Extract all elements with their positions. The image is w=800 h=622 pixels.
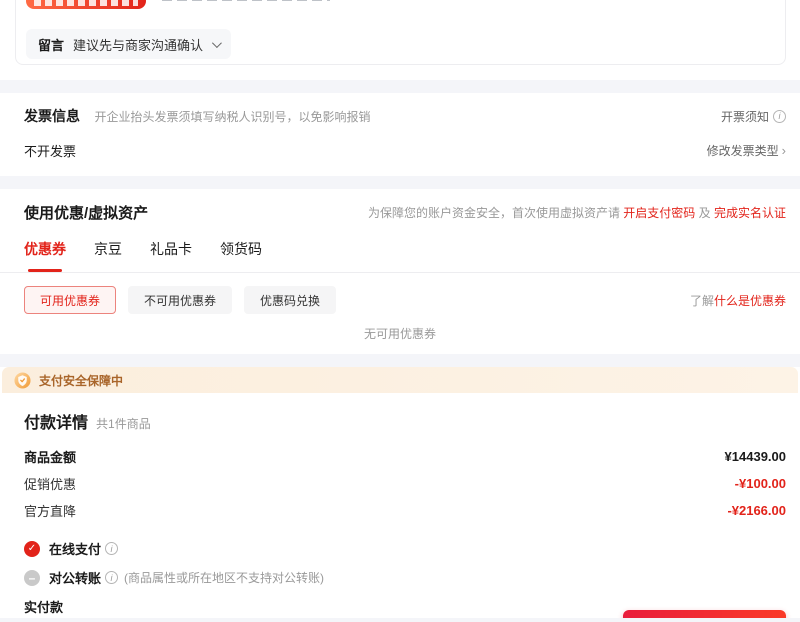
- tab-coupon[interactable]: 优惠券: [24, 232, 66, 272]
- info-icon: i: [105, 542, 119, 555]
- promo-badge-clipped-text: [34, 0, 138, 6]
- filter-available-coupons[interactable]: 可用优惠券: [24, 286, 117, 314]
- message-value: 建议先与商家沟通确认: [73, 37, 204, 53]
- tab-pickup-code[interactable]: 领货码: [220, 232, 262, 272]
- payment-method-transfer: – 对公转账 i (商品属性或所在地区不支持对公转账): [24, 568, 786, 587]
- section-divider: [0, 176, 800, 189]
- payment-heading: 付款详情 共1件商品: [24, 409, 786, 433]
- payment-title: 付款详情: [24, 415, 89, 432]
- info-icon: i: [105, 571, 119, 584]
- order-message-card: 留言 建议先与商家沟通确认: [15, 0, 786, 65]
- section-divider: [0, 354, 800, 367]
- invoice-section: 发票信息 开企业抬头发票须填写纳税人识别号，以免影响报销 开票须知 i 不开发票…: [0, 93, 800, 176]
- tab-giftcard[interactable]: 礼品卡: [150, 232, 192, 272]
- shield-icon: [14, 371, 31, 389]
- price-row: 官方直降 -¥2166.00: [24, 503, 786, 519]
- bottom-divider: [0, 618, 800, 622]
- enable-pay-password-link[interactable]: 开启支付密码: [623, 206, 695, 220]
- price-row: 促销优惠 -¥100.00: [24, 476, 786, 492]
- invoice-title: 发票信息: [24, 108, 80, 124]
- invoice-hint: 开企业抬头发票须填写纳税人识别号，以免影响报销: [94, 110, 371, 124]
- clipped-gray-text: [162, 0, 330, 1]
- payment-security-banner: 支付安全保障中: [2, 367, 798, 393]
- assets-section: 使用优惠/虚拟资产 为保障您的账户资金安全，首次使用虚拟资产请 开启支付密码 及…: [0, 189, 800, 354]
- chevron-down-icon: [211, 37, 222, 48]
- payment-method-online[interactable]: ✓ 在线支付 i: [24, 539, 786, 558]
- filter-unavailable-coupons[interactable]: 不可用优惠券: [128, 286, 233, 314]
- disabled-radio-icon: –: [24, 569, 40, 586]
- invoice-heading: 发票信息 开企业抬头发票须填写纳税人识别号，以免影响报销: [24, 106, 370, 126]
- seller-message-dropdown[interactable]: 留言 建议先与商家沟通确认: [26, 29, 232, 59]
- modify-invoice-type-link[interactable]: 修改发票类型 ›: [707, 142, 786, 159]
- total-label: 实付款: [24, 600, 64, 615]
- payment-details-section: 付款详情 共1件商品 商品金额 ¥14439.00 促销优惠 -¥100.00 官…: [0, 393, 800, 622]
- invoice-notice-link[interactable]: 开票须知 i: [721, 108, 786, 125]
- security-banner-text: 支付安全保障中: [39, 373, 124, 388]
- message-label: 留言: [38, 37, 65, 53]
- goods-amount-value: ¥14439.00: [724, 449, 786, 464]
- price-row: 商品金额 ¥14439.00: [24, 449, 786, 465]
- tab-jingdou[interactable]: 京豆: [94, 232, 122, 272]
- invoice-current-option[interactable]: 不开发票: [24, 141, 76, 160]
- official-discount-value: -¥2166.00: [727, 503, 786, 518]
- info-icon: i: [773, 109, 786, 123]
- chevron-right-icon: ›: [781, 143, 786, 158]
- complete-realname-link[interactable]: 完成实名认证: [714, 206, 786, 220]
- transfer-disabled-note: (商品属性或所在地区不支持对公转账): [124, 571, 325, 585]
- promo-badge: [26, 0, 146, 9]
- section-divider: [0, 80, 800, 93]
- no-coupon-message: 无可用优惠券: [363, 327, 436, 341]
- coupon-filter-row: 可用优惠券 不可用优惠券 优惠码兑换 了解什么是优惠券: [24, 286, 786, 314]
- item-count: 共1件商品: [96, 417, 151, 431]
- what-is-coupon-link[interactable]: 什么是优惠券: [714, 294, 786, 308]
- assets-title: 使用优惠/虚拟资产: [24, 205, 149, 222]
- learn-coupon-text: 了解什么是优惠券: [689, 293, 786, 308]
- assets-tabs: 优惠券 京豆 礼品卡 领货码: [0, 232, 800, 273]
- promo-discount-value: -¥100.00: [734, 476, 786, 491]
- filter-redeem-code[interactable]: 优惠码兑换: [244, 286, 337, 314]
- assets-security-note: 为保障您的账户资金安全，首次使用虚拟资产请 开启支付密码 及 完成实名认证: [367, 206, 786, 220]
- checked-radio-icon[interactable]: ✓: [24, 540, 40, 557]
